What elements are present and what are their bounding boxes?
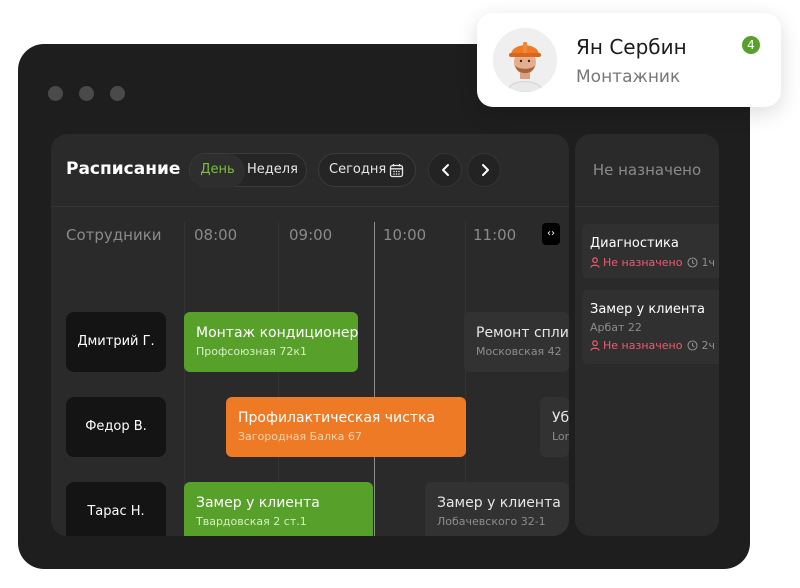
window-controls (48, 86, 125, 101)
task-title: Ремонт сплит (476, 325, 569, 341)
task-address: Профсоюзная 72к1 (196, 345, 307, 358)
task-status: Не назначено (603, 339, 683, 352)
task-meta: Не назначено 1ч (590, 256, 719, 269)
task-meta: Не назначено 2ч (590, 339, 719, 352)
task-title: Замер у клиента (437, 495, 561, 511)
view-day-button[interactable]: День (190, 154, 245, 188)
task-address: Твардовская 2 ст.1 (196, 515, 307, 528)
time-slot-header: 08:00 (194, 226, 238, 244)
unassigned-task-card[interactable]: Замер у клиента Арбат 22 Не назначено 2ч (582, 290, 719, 364)
task-title: Замер у клиента (196, 495, 320, 511)
task-address: Арбат 22 (590, 321, 642, 334)
task-title: Замер у клиента (590, 302, 705, 317)
view-week-button[interactable]: Неделя (247, 154, 298, 188)
profile-role: Монтажник (576, 67, 681, 87)
notification-badge: 4 (742, 36, 760, 54)
worker-avatar-image (493, 28, 557, 92)
task-card[interactable]: Монтаж кондиционера Профсоюзная 72к1 (184, 312, 358, 372)
clock-icon (687, 340, 699, 351)
task-address: Lor (552, 430, 569, 443)
unassigned-panel: Не назначено Диагностика Не назначено 1ч… (575, 134, 719, 536)
window-minimize-button[interactable] (79, 86, 94, 101)
employees-column-header: Сотрудники (66, 226, 162, 244)
today-button[interactable]: Сегодня (318, 153, 416, 187)
task-card[interactable]: Замер у клиента Твардовская 2 ст.1 (184, 482, 373, 536)
chevron-left-icon (442, 164, 449, 176)
task-status: Не назначено (603, 256, 683, 269)
schedule-panel: Расписание День Неделя Сегодня Сотрудник… (51, 134, 569, 536)
employee-card[interactable]: Федор В. (66, 397, 166, 457)
window-maximize-button[interactable] (110, 86, 125, 101)
view-toggle: День Неделя (189, 153, 307, 188)
user-icon (590, 257, 600, 268)
header-divider (51, 206, 569, 207)
employee-card[interactable]: Дмитрий Г. (66, 312, 166, 372)
task-address: Московская 42 (476, 345, 562, 358)
app-window: Расписание День Неделя Сегодня Сотрудник… (18, 44, 750, 569)
clock-icon (687, 257, 699, 268)
user-icon (590, 340, 600, 351)
expand-icon[interactable]: ‹› (542, 223, 560, 245)
task-title: Диагностика (590, 236, 679, 251)
calendar-icon (389, 164, 404, 178)
task-title: Профилактическая чистка (238, 410, 436, 426)
time-slot-header: 11:00 (473, 226, 517, 244)
task-address: Загородная Балка 67 (238, 430, 362, 443)
next-day-button[interactable] (467, 153, 501, 187)
task-card[interactable]: Уб Lor (540, 397, 569, 457)
task-address: Лобачевского 32-1 (437, 515, 546, 528)
page-title: Расписание (66, 159, 181, 179)
time-slot-header: 10:00 (383, 226, 427, 244)
task-duration: 1ч (701, 256, 715, 269)
previous-day-button[interactable] (428, 153, 462, 187)
task-duration: 2ч (701, 339, 715, 352)
task-card[interactable]: Профилактическая чистка Загородная Балка… (226, 397, 466, 457)
task-title: Монтаж кондиционера (196, 325, 358, 341)
task-title: Уб (552, 410, 569, 426)
task-card[interactable]: Ремонт сплит Московская 42 (464, 312, 569, 372)
unassigned-task-card[interactable]: Диагностика Не назначено 1ч (582, 224, 719, 278)
employee-card[interactable]: Тарас Н. (66, 482, 166, 536)
avatar (493, 28, 557, 92)
profile-card[interactable]: Ян Сербин Монтажник 4 (477, 13, 781, 107)
today-label: Сегодня (329, 162, 387, 177)
time-slot-header: 09:00 (289, 226, 333, 244)
unassigned-divider (575, 206, 719, 207)
chevron-right-icon (482, 164, 489, 176)
current-time-line (374, 222, 375, 536)
window-close-button[interactable] (48, 86, 63, 101)
unassigned-title: Не назначено (592, 161, 702, 179)
profile-name: Ян Сербин (576, 35, 687, 59)
task-card[interactable]: Замер у клиента Лобачевского 32-1 (425, 482, 569, 536)
